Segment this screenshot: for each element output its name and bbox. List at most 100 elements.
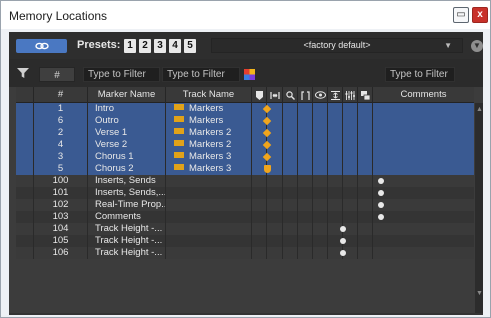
table-cell: [298, 175, 313, 187]
column-header-selection[interactable]: [283, 87, 298, 103]
table-cell: [298, 187, 313, 199]
cell-marker-name[interactable]: Real-Time Prop...: [88, 199, 166, 211]
preset-5-button[interactable]: 5: [184, 39, 196, 53]
table-row[interactable]: 102 Real-Time Prop...: [16, 199, 474, 211]
table-cell: [283, 103, 298, 115]
close-button[interactable]: x: [472, 7, 488, 23]
table-cell: [267, 175, 283, 187]
table-cell: [16, 127, 34, 139]
table-cell: [358, 187, 373, 199]
column-header-marker[interactable]: [252, 87, 267, 103]
preset-2-button[interactable]: 2: [139, 39, 151, 53]
column-header-track-height[interactable]: [328, 87, 343, 103]
enabled-dot-icon[interactable]: [378, 178, 384, 184]
link-button[interactable]: [16, 39, 67, 53]
cell-marker-name[interactable]: Inserts, Sends,...: [88, 187, 166, 199]
comments-filter-input[interactable]: Type to Filter: [385, 67, 455, 82]
column-header-pre-post-roll[interactable]: [298, 87, 313, 103]
cell-track-name[interactable]: Markers 3: [166, 151, 252, 163]
presets-toolbar: Presets: 1 2 3 4 5 <factory default> ▼ ▼: [9, 32, 483, 59]
table-row[interactable]: 105 Track Height -...: [16, 235, 474, 247]
cell-marker-name[interactable]: Comments: [88, 211, 166, 223]
table-row[interactable]: 6 Outro Markers: [16, 115, 474, 127]
cell-marker-name[interactable]: Outro: [88, 115, 166, 127]
enabled-dot-icon[interactable]: [340, 226, 346, 232]
enabled-dot-icon[interactable]: [340, 250, 346, 256]
preset-selector-value: <factory default>: [303, 40, 371, 50]
table-cell: [283, 211, 298, 223]
table-row[interactable]: 1 Intro Markers: [16, 103, 474, 115]
table-cell: [283, 175, 298, 187]
color-filter-icon[interactable]: [244, 69, 255, 80]
table-cell: [328, 115, 343, 127]
column-header-number[interactable]: #: [34, 87, 88, 103]
restore-button[interactable]: ▭: [453, 7, 469, 23]
column-header-marker-name[interactable]: Marker Name: [88, 87, 166, 103]
column-header-group-enables[interactable]: [343, 87, 358, 103]
cell-marker-name[interactable]: Track Height -...: [88, 247, 166, 259]
preset-selector[interactable]: <factory default> ▼: [211, 38, 463, 53]
table-row[interactable]: 5 Chorus 2 Markers 3: [16, 163, 474, 175]
cell-track-name[interactable]: Markers 2: [166, 139, 252, 151]
cell-number: 3: [34, 151, 88, 163]
vertical-scrollbar[interactable]: ▲ ▼: [475, 103, 483, 313]
column-header-zoom[interactable]: [267, 87, 283, 103]
table-cell: [328, 127, 343, 139]
table-cell: [283, 127, 298, 139]
scroll-down-icon[interactable]: ▼: [476, 290, 483, 297]
table-cell: [328, 187, 343, 199]
range-marker-icon: [264, 165, 271, 173]
column-header-show-hide[interactable]: [313, 87, 328, 103]
table-row[interactable]: 101 Inserts, Sends,...: [16, 187, 474, 199]
column-header-window-config[interactable]: [358, 87, 373, 103]
preset-3-button[interactable]: 3: [154, 39, 166, 53]
filter-icon[interactable]: [17, 68, 29, 78]
table-cell: [328, 103, 343, 115]
cell-track-name[interactable]: Markers: [166, 115, 252, 127]
cell-track-name[interactable]: Markers 3: [166, 163, 252, 175]
track-name-filter-input[interactable]: Type to Filter: [162, 67, 240, 82]
table-cell: [313, 223, 328, 235]
column-header-comments[interactable]: Comments: [373, 87, 474, 103]
cell-marker-name[interactable]: Chorus 1: [88, 151, 166, 163]
table-row[interactable]: 103 Comments: [16, 211, 474, 223]
preset-4-button[interactable]: 4: [169, 39, 181, 53]
cell-marker-name[interactable]: Inserts, Sends: [88, 175, 166, 187]
cell-number: 104: [34, 223, 88, 235]
marker-name-filter-input[interactable]: Type to Filter: [83, 67, 160, 82]
window-config-icon: [360, 91, 370, 101]
table-cell: [298, 127, 313, 139]
cell-number: 106: [34, 247, 88, 259]
enabled-dot-icon[interactable]: [378, 202, 384, 208]
cell-marker-name[interactable]: Chorus 2: [88, 163, 166, 175]
table-row[interactable]: 104 Track Height -...: [16, 223, 474, 235]
cell-marker-name[interactable]: Verse 1: [88, 127, 166, 139]
table-row[interactable]: 4 Verse 2 Markers 2: [16, 139, 474, 151]
table-row[interactable]: 106 Track Height -...: [16, 247, 474, 259]
cell-marker-name[interactable]: Intro: [88, 103, 166, 115]
table-row[interactable]: 100 Inserts, Sends: [16, 175, 474, 187]
options-menu-button[interactable]: ▼: [471, 40, 483, 52]
cell-track-name[interactable]: Markers: [166, 103, 252, 115]
table-cell: [343, 199, 358, 211]
cell-marker-name[interactable]: Track Height -...: [88, 235, 166, 247]
column-header-track-name[interactable]: Track Name: [166, 87, 252, 103]
table-cell: [298, 199, 313, 211]
number-filter-toggle[interactable]: #: [39, 67, 75, 82]
table-row[interactable]: 2 Verse 1 Markers 2: [16, 127, 474, 139]
cell-marker-name[interactable]: Verse 2: [88, 139, 166, 151]
table-row[interactable]: 3 Chorus 1 Markers 3: [16, 151, 474, 163]
marker-ruler-icon: [174, 104, 184, 110]
enabled-dot-icon[interactable]: [340, 238, 346, 244]
cell-track-name[interactable]: Markers 2: [166, 127, 252, 139]
table-cell: [252, 235, 267, 247]
mixer-icon: [345, 91, 355, 100]
scroll-up-icon[interactable]: ▲: [476, 106, 483, 113]
table-cell: [313, 247, 328, 259]
table-cell: [298, 151, 313, 163]
table-cell: [328, 211, 343, 223]
enabled-dot-icon[interactable]: [378, 190, 384, 196]
preset-1-button[interactable]: 1: [124, 39, 136, 53]
enabled-dot-icon[interactable]: [378, 214, 384, 220]
cell-marker-name[interactable]: Track Height -...: [88, 223, 166, 235]
